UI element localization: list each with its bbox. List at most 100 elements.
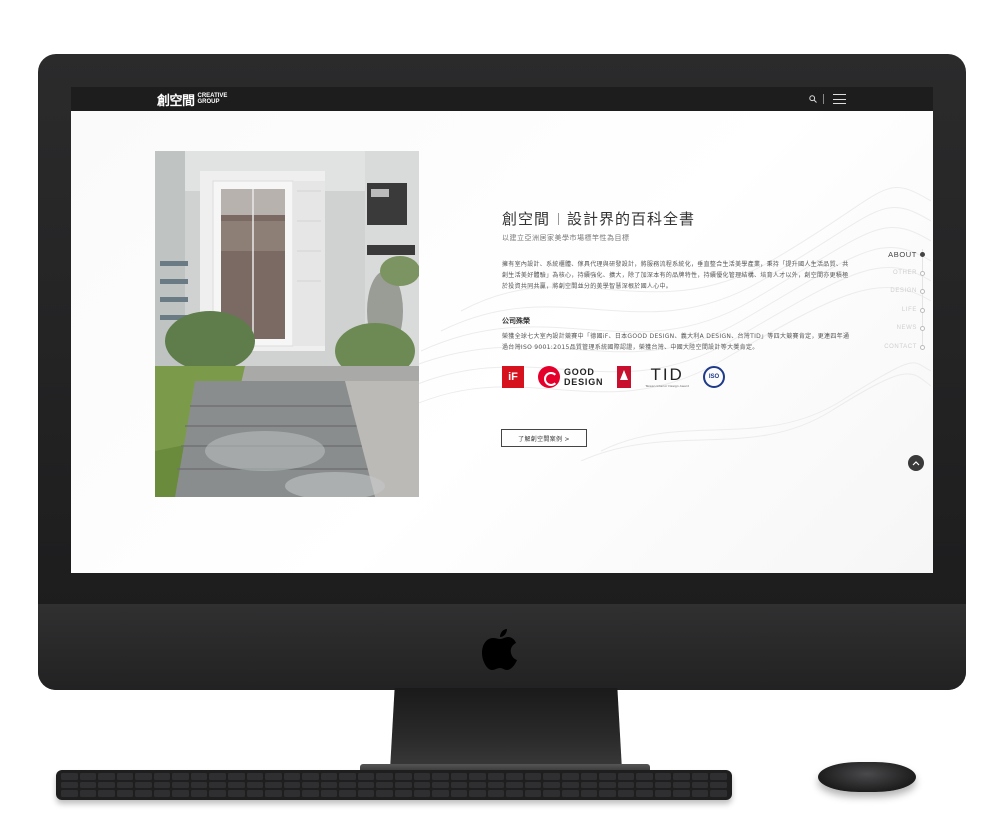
keyboard-key [153, 773, 171, 780]
keyboard-key [524, 790, 542, 797]
awards-paragraph: 榮獲全球七大室內設計競賽中「德國iF、日本GOOD DESIGN、義大利A DE… [502, 333, 850, 351]
keyboard [56, 770, 732, 800]
nav-divider [823, 94, 824, 104]
site-logo[interactable]: 創空間 CREATIVE GROUP [157, 91, 227, 109]
keyboard-key [172, 781, 189, 789]
good-design-line2: DESIGN [564, 377, 604, 387]
keyboard-key [617, 773, 635, 780]
keyboard-key [673, 790, 690, 797]
keyboard-key [190, 781, 208, 789]
keyboard-key [561, 790, 579, 797]
apple-logo-icon [482, 629, 517, 670]
keyboard-key [524, 773, 542, 780]
side-nav-item-contact[interactable]: CONTACT [861, 338, 927, 357]
keyboard-key [265, 781, 282, 789]
keyboard-key [376, 773, 393, 780]
keyboard-key [172, 773, 189, 780]
side-nav-label: CONTACT [884, 343, 917, 350]
keyboard-key [246, 773, 264, 780]
view-cases-button[interactable]: 了解創空間案例 > [501, 429, 587, 447]
imac-stand [390, 688, 622, 770]
keyboard-key [153, 790, 171, 797]
mouse [818, 762, 916, 792]
keyboard-key [636, 781, 653, 789]
hamburger-menu-icon[interactable] [833, 94, 846, 104]
keyboard-key [283, 781, 301, 789]
good-design-text: GOOD DESIGN [564, 367, 603, 387]
tid-subtext: Taiwan Interior Design Award [645, 384, 689, 388]
keyboard-key [209, 790, 226, 797]
keyboard-key [580, 781, 598, 789]
keyboard-key [283, 773, 301, 780]
keyboard-key [506, 773, 523, 780]
good-design-line1: GOOD [564, 367, 595, 377]
side-nav-item-other[interactable]: OTHER [861, 264, 927, 283]
keyboard-key [599, 773, 616, 780]
keyboard-key [357, 790, 375, 797]
keyboard-key [413, 781, 431, 789]
keyboard-key [283, 790, 301, 797]
a-design-award-logo [617, 366, 632, 388]
keyboard-key [413, 790, 431, 797]
keyboard-key [617, 781, 635, 789]
keyboard-key [190, 790, 208, 797]
keyboard-key [543, 790, 560, 797]
headline-separator [558, 212, 560, 225]
keyboard-key [116, 773, 134, 780]
keyboard-key [432, 781, 449, 789]
side-nav-item-news[interactable]: NEWS [861, 319, 927, 338]
keyboard-key [673, 781, 690, 789]
section-side-nav: ABOUT OTHER DESIGN LIFE NEWS CONTACT [861, 245, 927, 356]
keyboard-key [487, 781, 505, 789]
keyboard-key [209, 781, 226, 789]
keyboard-key [469, 781, 486, 789]
keyboard-key [135, 773, 152, 780]
about-paragraph: 擁有室內設計、系統櫃體、傢具代理與研發設計，將服務流程系統化，垂直整合生活美學產… [502, 261, 849, 290]
logo-chinese-text: 創空間 [157, 93, 195, 109]
keyboard-key [61, 773, 78, 780]
top-navbar: 創空間 CREATIVE GROUP [71, 87, 933, 111]
keyboard-key [691, 790, 709, 797]
keyboard-key [190, 773, 208, 780]
keyboard-key [135, 790, 152, 797]
search-icon[interactable] [809, 95, 817, 103]
keyboard-key [450, 781, 468, 789]
keyboard-key [320, 781, 338, 789]
logo-english-line2: GROUP [197, 99, 220, 105]
keyboard-key [450, 790, 468, 797]
keyboard-key [376, 790, 393, 797]
side-nav-label: NEWS [896, 325, 917, 332]
keyboard-key [394, 790, 412, 797]
keyboard-key [79, 773, 97, 780]
keyboard-key [487, 790, 505, 797]
keyboard-key [376, 781, 393, 789]
keyboard-key [524, 781, 542, 789]
keyboard-key [561, 773, 579, 780]
keyboard-key [636, 773, 653, 780]
keyboard-key [543, 773, 560, 780]
good-design-logo: GOOD DESIGN [538, 366, 603, 388]
keyboard-key [339, 773, 356, 780]
keyboard-key [116, 781, 134, 789]
keyboard-key [469, 790, 486, 797]
side-nav-item-life[interactable]: LIFE [861, 301, 927, 320]
keyboard-key [153, 781, 171, 789]
scroll-to-top-button[interactable] [908, 455, 924, 471]
keyboard-key [320, 790, 338, 797]
keyboard-key [61, 790, 78, 797]
keyboard-key [580, 773, 598, 780]
keyboard-key [654, 790, 672, 797]
website-screen: 創空間 CREATIVE GROUP 創空間 設計界的百科全書 以建立亞洲居家美… [71, 87, 933, 573]
side-nav-item-about[interactable]: ABOUT [861, 245, 927, 264]
keyboard-key [636, 790, 653, 797]
keyboard-key [246, 781, 264, 789]
keyboard-key [172, 790, 189, 797]
side-nav-dot-icon [920, 252, 925, 257]
tid-text: TID [650, 365, 684, 384]
side-nav-item-design[interactable]: DESIGN [861, 282, 927, 301]
keyboard-key [673, 773, 690, 780]
side-nav-label: ABOUT [888, 249, 917, 259]
keyboard-key [617, 790, 635, 797]
side-nav-dot-icon [920, 289, 925, 294]
keyboard-key [413, 773, 431, 780]
